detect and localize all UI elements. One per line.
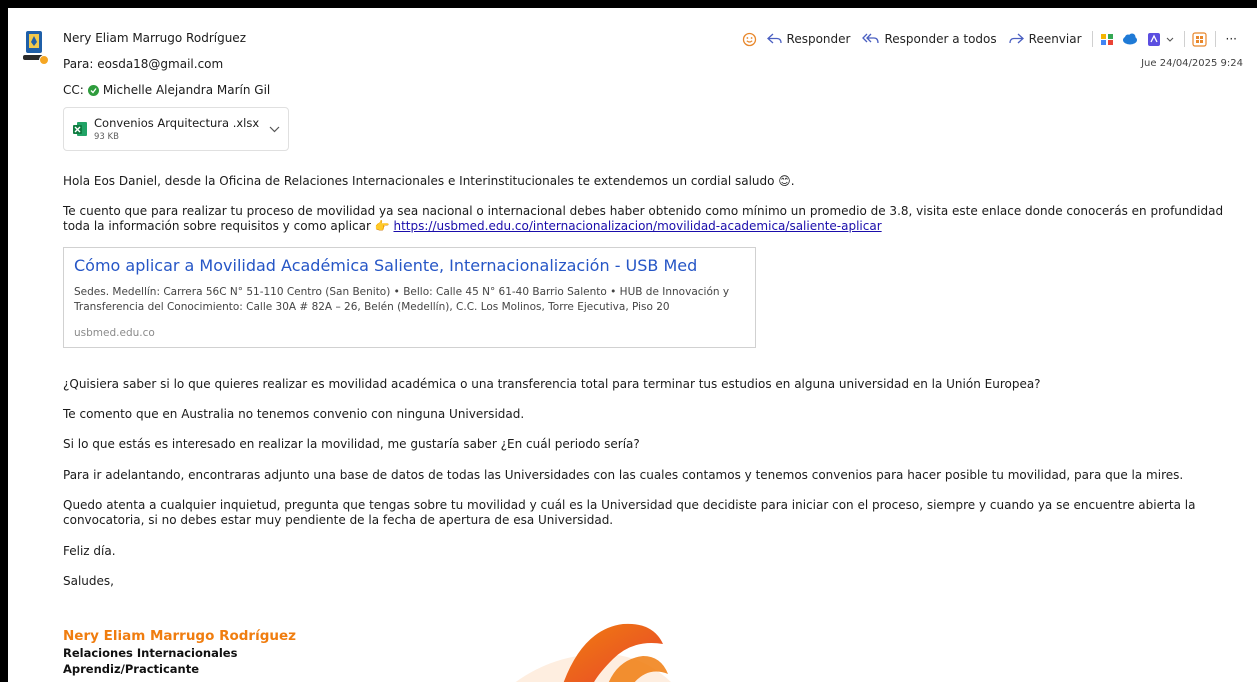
received-date: Jue 24/04/2025 9:24 — [1141, 58, 1243, 69]
message-toolbar: Responder Responder a todos Reenviar ··· — [739, 28, 1243, 50]
forward-button[interactable]: Reenviar — [1003, 28, 1088, 50]
body-paragraph: Te comento que en Australia no tenemos c… — [63, 407, 525, 421]
to-line: Para: eosda18@gmail.com — [63, 57, 223, 71]
chevron-down-icon — [1166, 37, 1173, 42]
signature-logo — [513, 614, 673, 682]
signature-role: Aprendiz/Practicante — [63, 662, 200, 676]
signature-department: Relaciones Internacionales — [63, 646, 238, 660]
body-paragraph: ¿Quisiera saber si lo que quieres realiz… — [63, 377, 1041, 391]
cc-line: CC: Michelle Alejandra Marín Gil — [63, 83, 270, 97]
reply-button[interactable]: Responder — [761, 28, 857, 50]
reply-label: Responder — [786, 32, 851, 46]
body-paragraph: Si lo que estás es interesado en realiza… — [63, 437, 640, 451]
body-paragraph: Feliz día. — [63, 544, 116, 558]
chevron-down-icon — [269, 126, 280, 132]
to-label: Para: — [63, 57, 94, 71]
body-paragraph: Te cuento que para realizar tu proceso d… — [63, 204, 1243, 234]
toolbar-divider — [1091, 31, 1093, 47]
body-paragraph: Saludes, — [63, 574, 114, 588]
forward-label: Reenviar — [1028, 32, 1082, 46]
body-paragraph: Quedo atenta a cualquier inquietud, preg… — [63, 498, 1196, 527]
link-preview-description: Sedes. Medellín: Carrera 56C N° 51-110 C… — [74, 286, 730, 313]
excel-icon — [73, 122, 87, 136]
more-actions-button[interactable]: ··· — [1220, 28, 1243, 50]
body-paragraph: Hola Eos Daniel, desde la Oficina de Rel… — [63, 174, 795, 188]
toolbar-divider — [1214, 31, 1216, 47]
sender-name[interactable]: Nery Eliam Marrugo Rodríguez — [63, 31, 246, 45]
pdf-icon — [1147, 32, 1160, 46]
cc-recipient[interactable]: Michelle Alejandra Marín Gil — [103, 83, 270, 97]
attachment-size: 93 KB — [94, 132, 119, 142]
reply-icon — [766, 33, 782, 44]
email-reading-pane: Nery Eliam Marrugo Rodríguez Para: eosda… — [8, 8, 1257, 682]
body-paragraph: Para ir adelantando, encontraras adjunto… — [63, 468, 1184, 482]
forward-icon — [1008, 33, 1024, 44]
toolbar-divider — [1183, 31, 1185, 47]
attachment-name: Convenios Arquitectura .xlsx — [94, 116, 260, 130]
link-preview-title[interactable]: Cómo aplicar a Movilidad Académica Salie… — [74, 256, 745, 275]
cloud-addin-icon[interactable] — [1119, 28, 1141, 50]
link-preview-card[interactable]: Cómo aplicar a Movilidad Académica Salie… — [63, 247, 756, 348]
attachment-card[interactable]: Convenios Arquitectura .xlsx 93 KB — [63, 107, 289, 151]
link-preview-site: usbmed.edu.co — [74, 327, 155, 339]
apps-grid-icon[interactable] — [1189, 28, 1211, 50]
reply-all-label: Responder a todos — [884, 32, 997, 46]
emoji-reaction-icon[interactable] — [739, 28, 761, 50]
teams-addin-icon[interactable] — [1097, 28, 1119, 50]
presence-available-icon — [87, 84, 99, 96]
movilidad-link[interactable]: https://usbmed.edu.co/internacionalizaci… — [393, 219, 881, 233]
more-icon: ··· — [1225, 32, 1237, 46]
to-address[interactable]: eosda18@gmail.com — [97, 57, 223, 71]
cc-label: CC: — [63, 83, 84, 97]
pdf-addin-button[interactable] — [1141, 28, 1180, 50]
reply-all-button[interactable]: Responder a todos — [856, 28, 1002, 50]
reply-all-icon — [862, 33, 880, 44]
attachment-info: Convenios Arquitectura .xlsx 93 KB — [94, 116, 259, 142]
sender-avatar[interactable] — [21, 30, 49, 66]
signature-name: Nery Eliam Marrugo Rodríguez — [63, 628, 296, 644]
